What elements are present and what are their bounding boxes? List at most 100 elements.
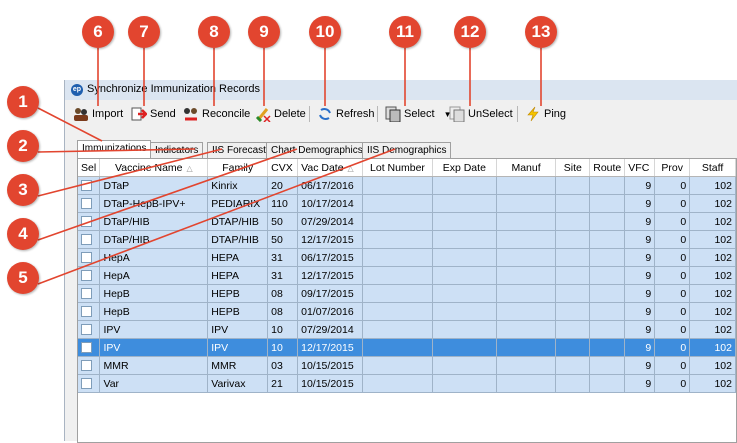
lot-number-cell	[362, 194, 433, 213]
tab-chart-demographics[interactable]: Chart Demographics	[266, 142, 368, 158]
table-row[interactable]: IPV IPV 10 12/17/2015 9 0 102	[78, 338, 736, 357]
select-cell	[78, 194, 101, 213]
vfc-cell: 9	[624, 320, 656, 339]
vfc-cell: 9	[624, 374, 656, 393]
staff-cell: 102	[689, 284, 736, 303]
tab-iis-demographics[interactable]: IIS Demographics	[362, 142, 452, 158]
table-row[interactable]: HepB HEPB 08 09/17/2015 9 0 102	[78, 284, 736, 303]
lot-number-cell	[362, 374, 433, 393]
vaccine-name-cell: DTaP-HepB-IPV+	[99, 194, 209, 213]
select-cell	[78, 356, 101, 375]
table-row[interactable]: Var Varivax 21 10/15/2015 9 0 102	[78, 374, 736, 393]
row-checkbox[interactable]	[81, 234, 92, 246]
exp-date-cell	[432, 338, 497, 357]
prov-cell: 0	[654, 374, 691, 393]
family-cell: DTAP/HIB	[207, 230, 269, 249]
table-row[interactable]: DTaP/HIB DTAP/HIB 50 07/29/2014 9 0 102	[78, 212, 736, 231]
row-checkbox[interactable]	[81, 342, 92, 354]
ping-button[interactable]: Ping	[525, 105, 566, 123]
table-row[interactable]: HepB HEPB 08 01/07/2016 9 0 102	[78, 302, 736, 321]
table-row[interactable]: DTaP Kinrix 20 06/17/2016 9 0 102	[78, 176, 736, 195]
refresh-button[interactable]: Refresh	[317, 105, 375, 123]
select-button[interactable]: Select ▼	[385, 105, 452, 123]
site-cell	[555, 320, 591, 339]
vaccine-name-cell: IPV	[99, 320, 209, 339]
vfc-cell: 9	[624, 338, 656, 357]
manuf-cell	[496, 320, 557, 339]
lot-number-cell	[362, 176, 433, 195]
site-cell	[555, 230, 591, 249]
cvx-cell: 10	[267, 320, 299, 339]
exp-date-cell	[432, 356, 497, 375]
import-button[interactable]: Import	[73, 105, 123, 123]
import-label: Import	[92, 108, 124, 120]
route-cell	[589, 194, 626, 213]
column-header[interactable]: Vac Date △	[297, 159, 364, 177]
delete-label: Delete	[274, 108, 306, 120]
column-header[interactable]: Lot Number	[362, 159, 433, 177]
vfc-cell: 9	[624, 302, 656, 321]
column-header[interactable]: Staff	[689, 159, 736, 177]
site-cell	[555, 248, 591, 267]
column-header[interactable]: Exp Date	[432, 159, 497, 177]
site-cell	[555, 338, 591, 357]
prov-cell: 0	[654, 176, 691, 195]
vaccine-name-cell: HepA	[99, 248, 209, 267]
column-header[interactable]: Route	[589, 159, 626, 177]
cvx-cell: 03	[267, 356, 299, 375]
reconcile-button[interactable]: Reconcile	[183, 105, 250, 123]
delete-button[interactable]: Delete	[255, 105, 306, 123]
vaccine-name-cell: HepA	[99, 266, 209, 285]
column-header[interactable]: Manuf	[496, 159, 557, 177]
table-row[interactable]: HepA HEPA 31 06/17/2015 9 0 102	[78, 248, 736, 267]
column-header[interactable]: Sel	[78, 159, 101, 177]
row-checkbox[interactable]	[81, 252, 92, 264]
vac-date-cell: 12/17/2015	[297, 338, 364, 357]
app-window: ep Synchronize Immunization Records Impo…	[64, 80, 737, 443]
refresh-icon	[319, 107, 331, 121]
prov-cell: 0	[654, 356, 691, 375]
reconcile-label: Reconcile	[202, 108, 251, 120]
exp-date-cell	[432, 302, 497, 321]
route-cell	[589, 302, 626, 321]
send-button[interactable]: Send	[131, 105, 176, 123]
vaccine-name-cell: IPV	[99, 338, 209, 357]
row-checkbox[interactable]	[81, 180, 92, 192]
tab-indicators[interactable]: Indicators	[150, 142, 204, 158]
row-checkbox[interactable]	[81, 360, 92, 372]
column-header[interactable]: VFC	[624, 159, 656, 177]
vaccine-name-cell: HepB	[99, 284, 209, 303]
table-row[interactable]: MMR MMR 03 10/15/2015 9 0 102	[78, 356, 736, 375]
column-header[interactable]: Site	[555, 159, 591, 177]
table-row[interactable]: DTaP-HepB-IPV+ PEDIARIX 110 10/17/2014 9 0 102	[78, 194, 736, 213]
route-cell	[589, 320, 626, 339]
lot-number-cell	[362, 248, 433, 267]
table-row[interactable]: HepA HEPA 31 12/17/2015 9 0 102	[78, 266, 736, 285]
column-header-label: Lot Number	[370, 161, 425, 174]
tab-iis-forecast[interactable]: IIS Forecast	[207, 142, 271, 158]
row-checkbox[interactable]	[81, 378, 92, 390]
staff-cell: 102	[689, 374, 736, 393]
vaccine-name-cell: MMR	[99, 356, 209, 375]
column-header-label: Vaccine Name	[115, 161, 183, 174]
table-row[interactable]: DTaP/HIB DTAP/HIB 50 12/17/2015 9 0 102	[78, 230, 736, 249]
table-row[interactable]: IPV IPV 10 07/29/2014 9 0 102	[78, 320, 736, 339]
row-checkbox[interactable]	[81, 306, 92, 318]
column-header[interactable]: Prov	[654, 159, 691, 177]
row-checkbox[interactable]	[81, 216, 92, 228]
exp-date-cell	[432, 212, 497, 231]
row-checkbox[interactable]	[81, 324, 92, 336]
lot-number-cell	[362, 266, 433, 285]
cvx-cell: 50	[267, 230, 299, 249]
column-header[interactable]: CVX	[267, 159, 299, 177]
column-header[interactable]: Family	[207, 159, 269, 177]
row-checkbox[interactable]	[81, 270, 92, 282]
tab-immunizations[interactable]: Immunizations	[77, 140, 152, 158]
cvx-cell: 08	[267, 302, 299, 321]
unselect-button[interactable]: UnSelect	[449, 105, 513, 123]
row-checkbox[interactable]	[81, 288, 92, 300]
column-header[interactable]: Vaccine Name △	[99, 159, 209, 177]
callout-8: 8	[198, 16, 230, 48]
row-checkbox[interactable]	[81, 198, 92, 210]
route-cell	[589, 230, 626, 249]
